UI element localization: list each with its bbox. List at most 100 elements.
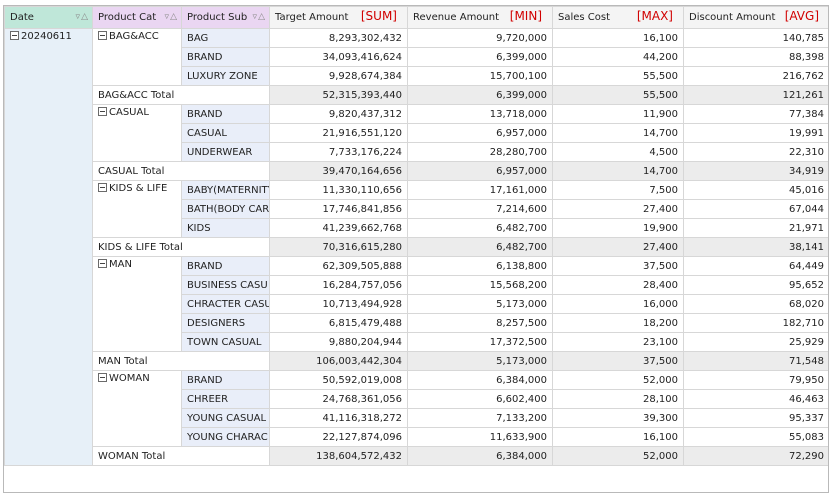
category-cell[interactable]: MAN (92, 256, 182, 352)
collapse-toggle-icon[interactable] (98, 259, 107, 268)
discount-cell: 45,016 (683, 180, 828, 200)
category-cell[interactable]: KIDS & LIFE (92, 180, 182, 238)
collapse-toggle-icon[interactable] (10, 31, 19, 40)
subtotal-label: KIDS & LIFE Total (92, 237, 270, 257)
filter-sort-icon[interactable]: ▿△ (165, 12, 178, 22)
sales-cell: 27,400 (552, 199, 684, 219)
collapse-toggle-icon[interactable] (98, 107, 107, 116)
target-cell: 52,315,393,440 (269, 85, 408, 105)
discount-cell: 71,548 (683, 351, 828, 371)
target-amount-label: Target Amount (275, 11, 349, 23)
collapse-toggle-icon[interactable] (98, 31, 107, 40)
sales-cell: 44,200 (552, 47, 684, 67)
discount-cell: 95,652 (683, 275, 828, 295)
target-cell: 11,330,110,656 (269, 180, 408, 200)
target-cell: 7,733,176,224 (269, 142, 408, 162)
revenue-cell: 5,173,000 (407, 294, 553, 314)
subcategory-cell: YOUNG CASUAL (181, 408, 270, 428)
revenue-cell: 17,372,500 (407, 332, 553, 352)
discount-cell: 55,083 (683, 427, 828, 447)
subtotal-row: WOMAN Total 138,604,572,432 6,384,000 52… (5, 446, 828, 466)
target-cell: 34,093,416,624 (269, 47, 408, 67)
subcategory-cell: KIDS (181, 218, 270, 238)
sales-cell: 37,500 (552, 256, 684, 276)
sales-cost-header[interactable]: Sales Cost [MAX] (552, 6, 684, 29)
date-header-label: Date (10, 11, 34, 23)
target-cell: 10,713,494,928 (269, 294, 408, 314)
subcategory-cell: BRAND (181, 370, 270, 390)
table-row: WOMAN BRAND 50,592,019,008 6,384,000 52,… (5, 370, 828, 447)
filter-sort-icon[interactable]: ▿△ (253, 12, 266, 22)
pivot-table: Date ▿△ Product Cat ▿△ Product Sub ▿△ Ta… (4, 6, 828, 466)
subcategory-cell: DESIGNERS (181, 313, 270, 333)
revenue-cell: 6,602,400 (407, 389, 553, 409)
subtotal-row: CASUAL Total 39,470,164,656 6,957,000 14… (5, 161, 828, 181)
discount-cell: 88,398 (683, 47, 828, 67)
revenue-cell: 6,957,000 (407, 123, 553, 143)
discount-amount-header[interactable]: Discount Amount [AVG] (683, 6, 828, 29)
revenue-cell: 6,957,000 (407, 161, 553, 181)
discount-cell: 22,310 (683, 142, 828, 162)
target-cell: 9,928,674,384 (269, 66, 408, 86)
subcategory-cell: BATH(BODY CAR (181, 199, 270, 219)
revenue-cell: 8,257,500 (407, 313, 553, 333)
sales-cell: 4,500 (552, 142, 684, 162)
header-row: Date ▿△ Product Cat ▿△ Product Sub ▿△ Ta… (4, 6, 828, 29)
table-row: MAN BRAND 62,309,505,888 6,138,800 37,50… (5, 256, 828, 352)
category-name: BAG&ACC (109, 31, 159, 42)
revenue-cell: 6,384,000 (407, 446, 553, 466)
category-cell[interactable]: WOMAN (92, 370, 182, 447)
revenue-cell: 17,161,000 (407, 180, 553, 200)
subcategory-cell: BAG (181, 28, 270, 48)
collapse-toggle-icon[interactable] (98, 373, 107, 382)
revenue-cell: 6,138,800 (407, 256, 553, 276)
subtotal-label: BAG&ACC Total (92, 85, 270, 105)
table-row: CASUAL BRAND 9,820,437,312 13,718,000 11… (5, 104, 828, 162)
discount-cell: 46,463 (683, 389, 828, 409)
revenue-cell: 9,720,000 (407, 28, 553, 48)
sales-cost-label: Sales Cost (558, 11, 611, 23)
revenue-cell: 15,700,100 (407, 66, 553, 86)
category-cell[interactable]: BAG&ACC (92, 28, 182, 86)
revenue-cell: 6,384,000 (407, 370, 553, 390)
target-cell: 6,815,479,488 (269, 313, 408, 333)
subtotal-row: BAG&ACC Total 52,315,393,440 6,399,000 5… (5, 85, 828, 105)
date-header[interactable]: Date ▿△ (4, 6, 93, 29)
discount-cell: 182,710 (683, 313, 828, 333)
sales-cell: 23,100 (552, 332, 684, 352)
collapse-toggle-icon[interactable] (98, 183, 107, 192)
product-cat-header[interactable]: Product Cat ▿△ (92, 6, 182, 29)
discount-cell: 72,290 (683, 446, 828, 466)
subcategory-cell: BRAND (181, 104, 270, 124)
pivot-body: 20240611 BAG&ACC BAG 8,293,302,432 9,720… (4, 28, 828, 466)
revenue-cell: 6,482,700 (407, 218, 553, 238)
subcategory-cell: CASUAL (181, 123, 270, 143)
revenue-cell: 6,482,700 (407, 237, 553, 257)
product-sub-header[interactable]: Product Sub ▿△ (181, 6, 270, 29)
sales-cell: 14,700 (552, 123, 684, 143)
revenue-cell: 6,399,000 (407, 47, 553, 67)
product-cat-header-label: Product Cat (98, 11, 157, 23)
discount-cell: 25,929 (683, 332, 828, 352)
revenue-amount-header[interactable]: Revenue Amount [MIN] (407, 6, 553, 29)
target-amount-header[interactable]: Target Amount [SUM] (269, 6, 408, 29)
pivot-grid: Date ▿△ Product Cat ▿△ Product Sub ▿△ Ta… (3, 5, 829, 493)
revenue-cell: 5,173,000 (407, 351, 553, 371)
product-sub-header-label: Product Sub (187, 11, 248, 23)
discount-cell: 140,785 (683, 28, 828, 48)
discount-cell: 68,020 (683, 294, 828, 314)
subtotal-label: WOMAN Total (92, 446, 270, 466)
sales-cell: 52,000 (552, 446, 684, 466)
revenue-cell: 6,399,000 (407, 85, 553, 105)
discount-cell: 79,950 (683, 370, 828, 390)
discount-cell: 77,384 (683, 104, 828, 124)
date-cell[interactable]: 20240611 (4, 28, 93, 466)
filter-sort-icon[interactable]: ▿△ (76, 12, 89, 22)
sales-cell: 14,700 (552, 161, 684, 181)
target-cell: 41,116,318,272 (269, 408, 408, 428)
sales-cell: 19,900 (552, 218, 684, 238)
target-agg-label: [SUM] (360, 9, 397, 23)
category-cell[interactable]: CASUAL (92, 104, 182, 162)
target-cell: 9,880,204,944 (269, 332, 408, 352)
sales-cell: 55,500 (552, 66, 684, 86)
